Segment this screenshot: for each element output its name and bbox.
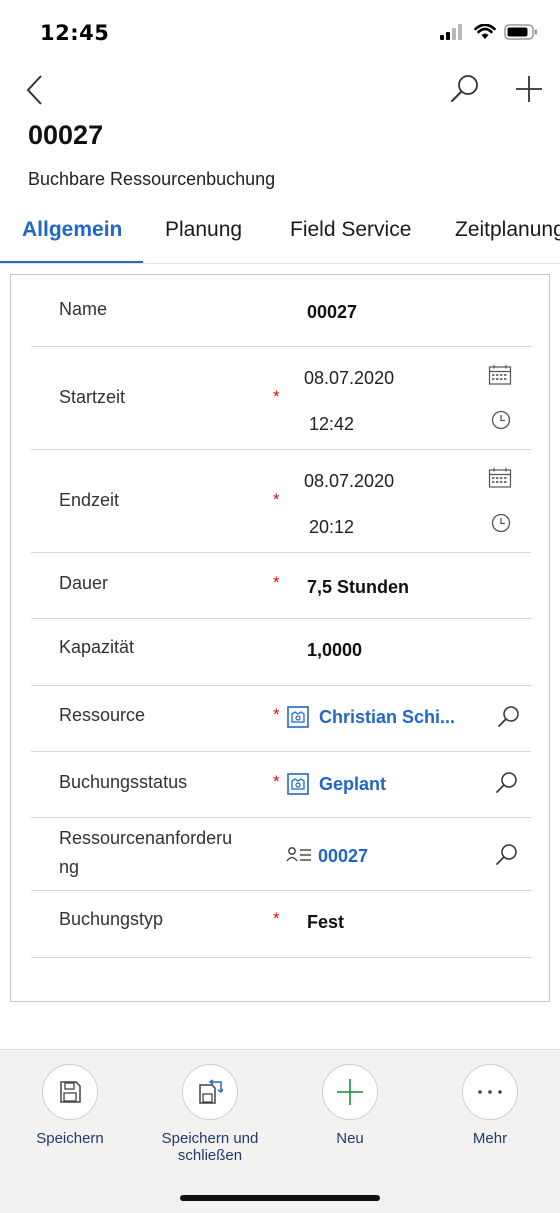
field-label: Startzeit (59, 387, 126, 407)
required-marker: * (273, 772, 280, 791)
field-label: Ressourcenanforderu (59, 828, 233, 848)
tab-bar: Allgemein Planung Field Service Zeitplan… (0, 210, 560, 264)
save-and-close-button[interactable]: Speichern und schließen (140, 1064, 280, 1164)
save-close-icon (199, 1079, 223, 1104)
form-card: Name 00027 Startzeit * 08.07.2020 12:42 … (10, 274, 550, 1002)
header-search-button[interactable] (448, 72, 482, 106)
ressource-link[interactable]: Christian Schi... (319, 707, 455, 728)
new-button-circle[interactable] (322, 1064, 378, 1120)
field-kapazitaet: Kapazität 1,0000 (31, 619, 531, 686)
kapazitaet-value[interactable]: 1,0000 (307, 640, 362, 661)
chevron-left-icon (26, 75, 42, 105)
entity-icon (287, 706, 309, 728)
required-marker: * (273, 705, 280, 724)
field-label: Buchungsstatus (59, 772, 188, 792)
entity-name: Buchbare Ressourcenbuchung (28, 169, 276, 189)
wifi-icon (474, 24, 496, 39)
clock-icon[interactable] (491, 513, 511, 533)
field-label: Buchungstyp (59, 909, 164, 929)
field-startzeit: Startzeit * 08.07.2020 12:42 (31, 347, 531, 450)
field-buchungstyp: Buchungstyp * Fest (31, 891, 531, 958)
more-button-circle[interactable] (462, 1064, 518, 1120)
list-person-icon (286, 847, 311, 862)
header-add-button[interactable] (512, 72, 546, 106)
back-button[interactable] (22, 72, 52, 108)
field-label: Ressource (59, 705, 146, 725)
plus-icon (337, 1079, 363, 1105)
clock-icon[interactable] (491, 410, 511, 430)
required-marker: * (273, 490, 280, 509)
save-and-close-label: Speichern und schließen (140, 1130, 280, 1164)
field-label: Dauer (59, 573, 109, 593)
new-label: Neu (336, 1130, 364, 1147)
save-button[interactable]: Speichern (0, 1064, 140, 1147)
tab-field-service[interactable]: Field Service (290, 218, 411, 242)
start-time-value[interactable]: 12:42 (309, 414, 354, 435)
signal-icon (440, 24, 462, 40)
ressourcenanforderung-link[interactable]: 00027 (318, 846, 368, 867)
name-value[interactable]: 00027 (307, 302, 357, 323)
field-label: Name (59, 299, 108, 319)
status-bar: 12:45 (0, 0, 560, 62)
buchungsstatus-link[interactable]: Geplant (319, 774, 386, 795)
start-date-value[interactable]: 08.07.2020 (304, 368, 394, 389)
record-title: 00027 (28, 120, 104, 150)
end-time-value[interactable]: 20:12 (309, 517, 354, 538)
save-label: Speichern (36, 1130, 104, 1147)
required-marker: * (273, 909, 280, 928)
tab-planung[interactable]: Planung (165, 218, 242, 242)
save-button-circle[interactable] (42, 1064, 98, 1120)
save-and-close-label-line2: schließen (177, 1147, 243, 1164)
field-ressource: Ressource * Christian Schi... (31, 686, 531, 752)
field-label-continued: ng (59, 857, 80, 877)
field-label: Endzeit (59, 490, 120, 510)
tab-zeitplanung[interactable]: Zeitplanung (455, 218, 560, 242)
status-icons (440, 24, 538, 40)
more-label: Mehr (472, 1130, 508, 1147)
battery-icon (504, 24, 537, 40)
required-marker: * (273, 387, 280, 406)
new-button[interactable]: Neu (280, 1064, 420, 1147)
end-date-value[interactable]: 08.07.2020 (304, 471, 394, 492)
search-icon (451, 75, 478, 102)
active-tab-indicator (0, 261, 143, 263)
more-icon (478, 1090, 502, 1094)
plus-icon (516, 76, 542, 102)
save-icon (60, 1081, 81, 1103)
required-marker: * (273, 573, 280, 592)
save-and-close-label-line1: Speichern und (161, 1130, 259, 1147)
field-dauer: Dauer * 7,5 Stunden (31, 553, 531, 619)
entity-icon (287, 773, 309, 795)
field-label: Kapazität (59, 637, 135, 657)
field-ressourcenanforderung: Ressourcenanforderu ng 00027 (31, 818, 531, 891)
calendar-icon[interactable] (488, 467, 512, 489)
buchungstyp-value[interactable]: Fest (307, 912, 344, 933)
dauer-value[interactable]: 7,5 Stunden (307, 577, 409, 598)
field-name: Name 00027 (31, 275, 531, 347)
save-and-close-button-circle[interactable] (182, 1064, 238, 1120)
tab-allgemein[interactable]: Allgemein (22, 218, 122, 242)
calendar-icon[interactable] (488, 364, 512, 386)
field-endzeit: Endzeit * 08.07.2020 20:12 (31, 450, 531, 553)
command-bar: Speichern Speichern und schließen Neu Me… (0, 1049, 560, 1213)
field-buchungsstatus: Buchungsstatus * Geplant (31, 752, 531, 818)
more-button[interactable]: Mehr (420, 1064, 560, 1147)
home-indicator[interactable] (180, 1195, 380, 1201)
lookup-search-icon[interactable] (497, 704, 521, 728)
status-time: 12:45 (40, 21, 110, 45)
lookup-search-icon[interactable] (495, 770, 519, 794)
lookup-search-icon[interactable] (495, 842, 519, 866)
